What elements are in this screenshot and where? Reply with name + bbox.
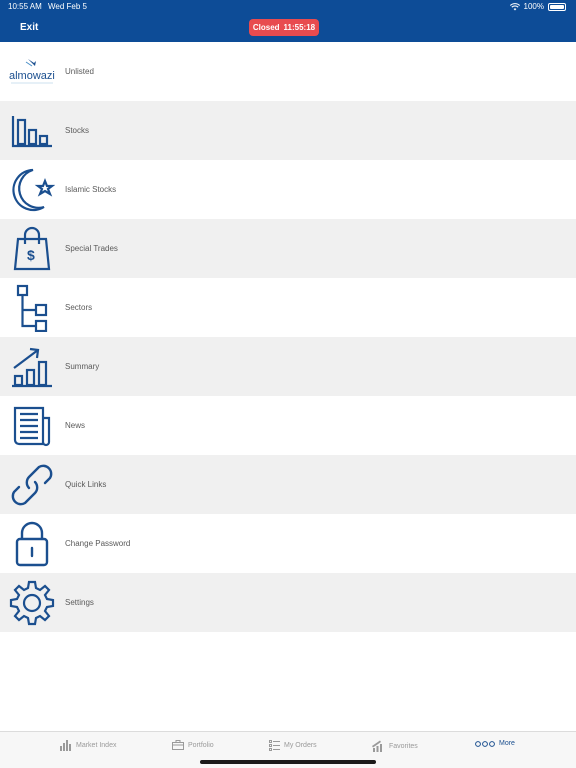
tab-market-index[interactable]: Market Index: [60, 740, 116, 751]
menu-label-summary: Summary: [65, 362, 100, 371]
shopping-bag-dollar-icon: $: [8, 225, 56, 273]
tab-favorites[interactable]: Favorites: [372, 740, 418, 752]
menu-item-special-trades[interactable]: $ Special Trades: [0, 219, 576, 278]
crescent-star-icon: [8, 166, 56, 214]
wifi-icon: [509, 2, 520, 10]
battery-percent: 100%: [523, 2, 544, 11]
bar-chart-icon: [60, 740, 71, 751]
hierarchy-icon: [8, 284, 56, 332]
menu-label-change-password: Change Password: [65, 539, 131, 548]
trend-chart-icon: [8, 343, 56, 391]
menu-label-settings: Settings: [65, 598, 94, 607]
menu-item-settings[interactable]: Settings: [0, 573, 576, 632]
market-status-badge: Closed 11:55:18: [249, 19, 319, 36]
menu-label-news: News: [65, 421, 86, 430]
more-dots-icon: [475, 740, 495, 747]
svg-text:almowazi: almowazi: [9, 70, 55, 82]
almowazi-logo: almowazi: [8, 48, 56, 96]
more-menu-list: almowazi Unlisted Stocks Islamic Stocks: [0, 42, 576, 632]
menu-item-islamic-stocks[interactable]: Islamic Stocks: [0, 160, 576, 219]
lock-icon: [8, 520, 56, 568]
status-date: Wed Feb 5: [48, 2, 87, 11]
gear-icon: [8, 579, 56, 627]
menu-item-news[interactable]: News: [0, 396, 576, 455]
menu-label-unlisted: Unlisted: [65, 67, 94, 76]
menu-label-special-trades: Special Trades: [65, 244, 118, 253]
link-icon: [8, 461, 56, 509]
menu-label-islamic-stocks: Islamic Stocks: [65, 185, 117, 194]
menu-item-summary[interactable]: Summary: [0, 337, 576, 396]
briefcase-icon: [172, 740, 184, 750]
menu-label-stocks: Stocks: [65, 126, 90, 135]
tab-label-my-orders: My Orders: [284, 742, 317, 749]
menu-item-quick-links[interactable]: Quick Links: [0, 455, 576, 514]
svg-text:$: $: [27, 247, 35, 263]
menu-item-sectors[interactable]: Sectors: [0, 278, 576, 337]
tab-more[interactable]: More: [475, 740, 515, 747]
tab-label-market-index: Market Index: [76, 742, 117, 749]
exit-button[interactable]: Exit: [20, 22, 38, 33]
menu-item-change-password[interactable]: Change Password: [0, 514, 576, 573]
tab-my-orders[interactable]: My Orders: [269, 740, 317, 751]
menu-label-sectors: Sectors: [65, 303, 93, 312]
status-indicators: 100%: [509, 2, 566, 11]
bar-chart-icon: [8, 107, 56, 155]
tab-label-portfolio: Portfolio: [188, 741, 214, 749]
menu-item-stocks[interactable]: Stocks: [0, 101, 576, 160]
market-status-text: Closed: [252, 23, 280, 32]
top-header: 10:55 AM Wed Feb 5 100% Exit Closed 11:5…: [0, 0, 576, 42]
market-clock: 11:55:18: [283, 23, 316, 32]
newspaper-icon: [8, 402, 56, 450]
tab-label-more: More: [499, 740, 515, 747]
menu-item-unlisted[interactable]: almowazi Unlisted: [0, 42, 576, 101]
menu-label-quick-links: Quick Links: [65, 480, 107, 489]
tab-portfolio[interactable]: Portfolio: [172, 740, 214, 750]
battery-icon: [548, 2, 566, 11]
tab-label-favorites: Favorites: [389, 742, 418, 750]
trend-chart-icon: [372, 740, 382, 752]
home-indicator[interactable]: [200, 760, 376, 764]
status-time: 10:55 AM: [8, 2, 42, 11]
list-icon: [269, 740, 280, 751]
